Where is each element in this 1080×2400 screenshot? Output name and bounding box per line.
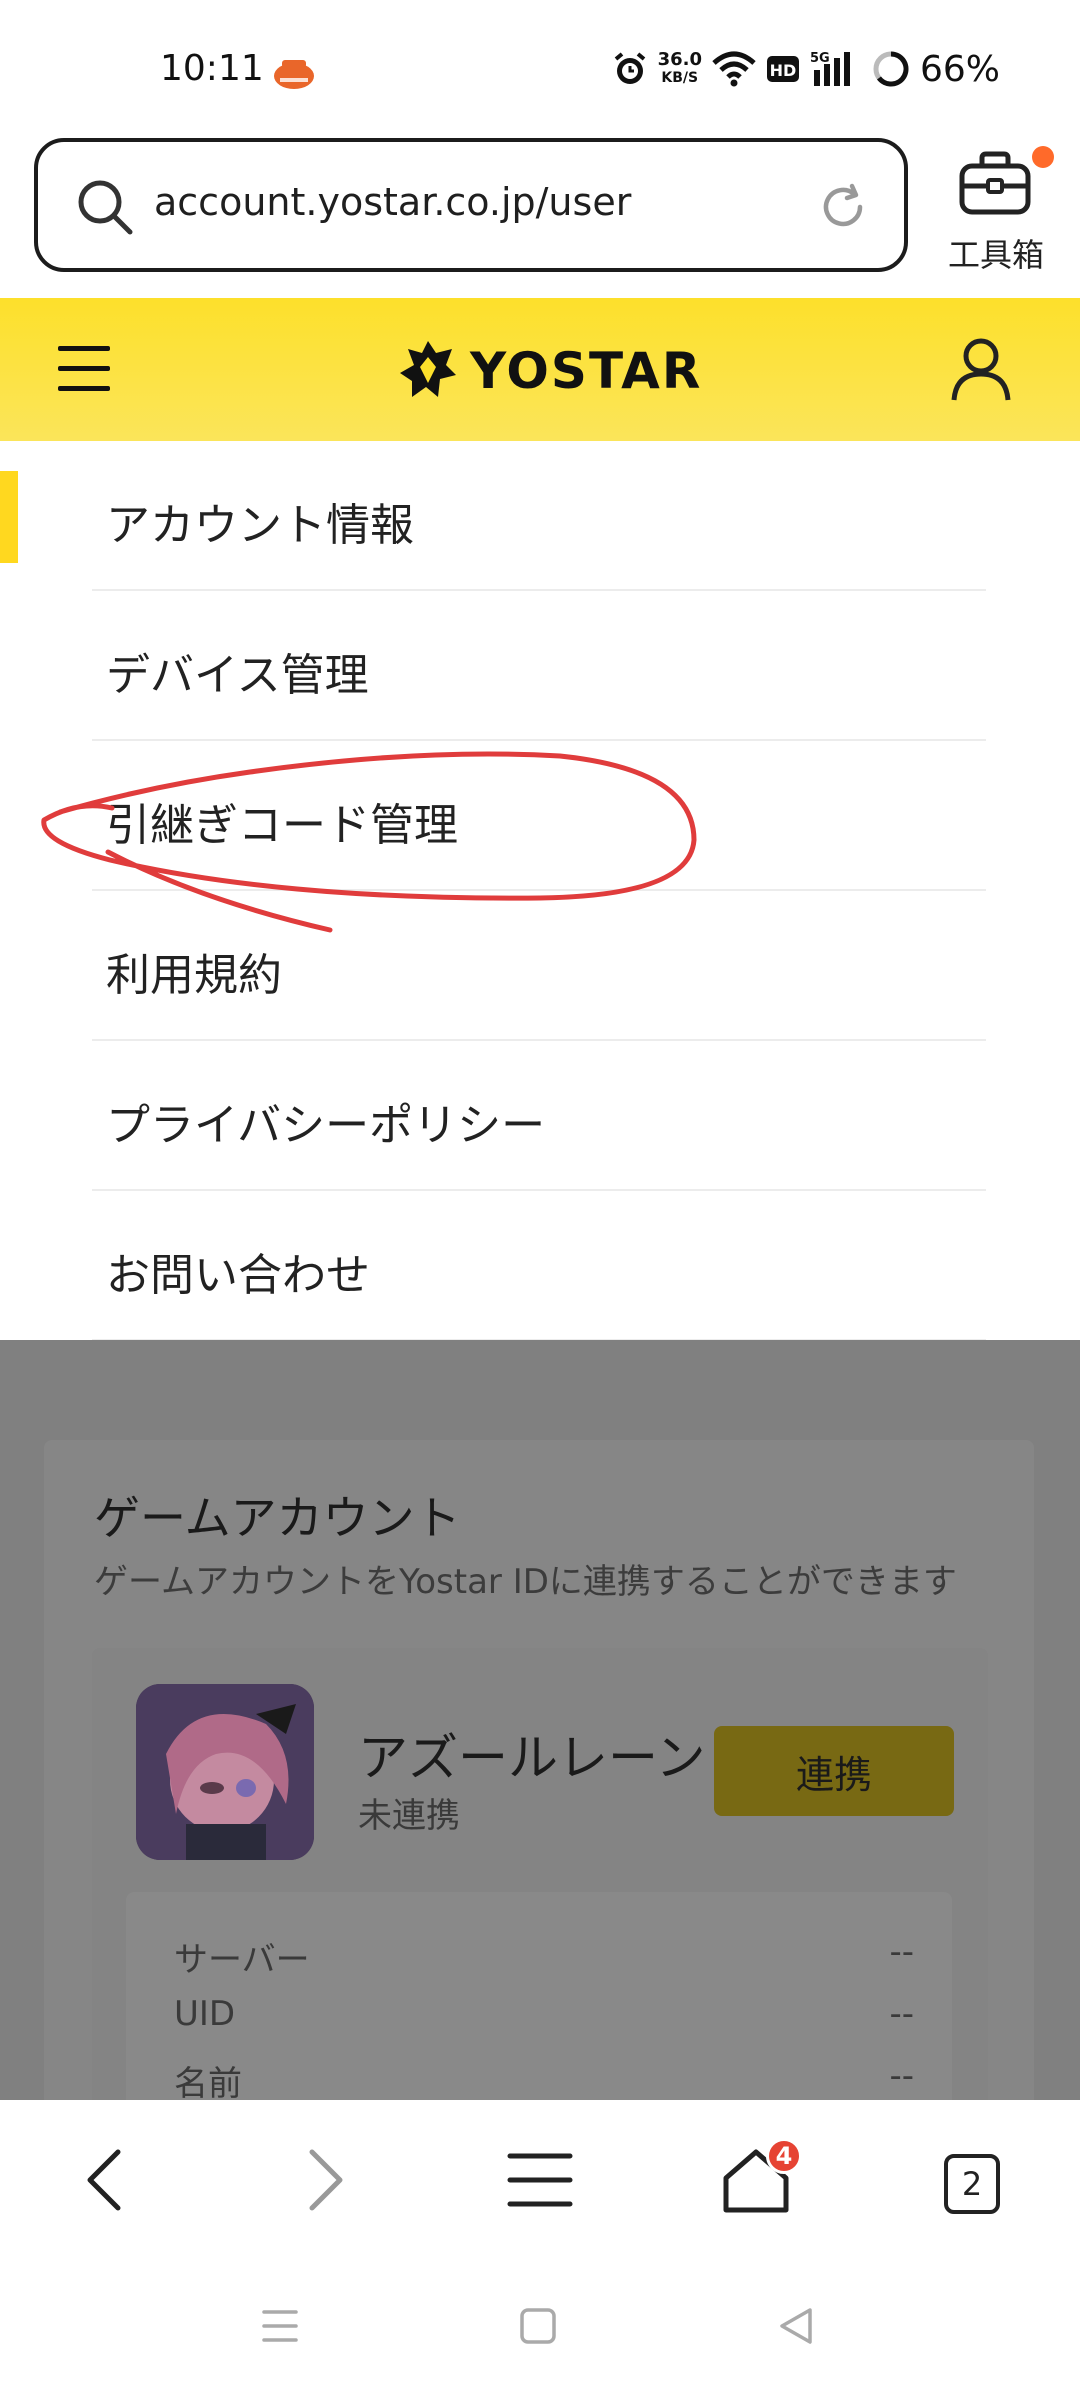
info-value: -- [889,1994,914,2034]
battery-icon [873,51,909,87]
url-text[interactable]: account.yostar.co.jp/user [154,180,631,224]
status-icons: 36.0 KB/S HD 5G 66% [612,46,1000,92]
info-row-uid: UID -- [174,1994,914,2044]
system-nav-bar [0,2260,1080,2400]
system-home-icon[interactable] [518,2306,558,2346]
menu-item-transfer-code[interactable]: 引継ぎコード管理 [92,741,986,891]
status-bar: 10:11 36.0 KB/S HD 5G 66% [0,0,1080,130]
menu-item-label: デバイス管理 [106,650,369,701]
toolbox-label: 工具箱 [947,236,1044,274]
menu-item-label: アカウント情報 [106,500,414,551]
wifi-icon [712,51,756,87]
5g-signal-icon: 5G [810,51,850,86]
browser-bottom-bar: 4 2 [0,2100,1080,2260]
refresh-icon[interactable] [816,180,870,234]
notification-app-icon [274,60,314,89]
toolbox-notification-dot [1032,146,1054,168]
menu-item-label: プライバシーポリシー [106,1100,546,1151]
dimmed-overlay[interactable]: ゲームアカウント ゲームアカウントをYostar IDに連携することができます … [0,1340,1080,2100]
game-name: アズールレーン [358,1729,706,1787]
home-badge: 4 [766,2138,802,2174]
back-icon[interactable] [66,2140,146,2220]
search-icon [78,180,133,235]
user-account-icon[interactable] [950,336,1012,402]
info-label: UID [174,1994,236,2034]
game-thumbnail [136,1684,314,1860]
status-time: 10:11 [160,48,264,89]
address-bar[interactable]: account.yostar.co.jp/user [34,138,908,272]
hamburger-menu-icon[interactable] [58,346,110,392]
info-label: サーバー [174,1940,310,1980]
speed-unit: KB/S [661,70,699,86]
game-account-subtitle: ゲームアカウントをYostar IDに連携することができます [94,1562,957,1602]
info-row-server: サーバー -- [174,1932,914,1982]
alarm-icon [614,52,645,84]
network-speed: 36.0 KB/S [658,51,702,87]
menu-item-terms[interactable]: 利用規約 [92,891,986,1041]
game-link-status: 未連携 [358,1796,460,1836]
menu-icon[interactable] [500,2140,580,2220]
site-header: YOSTAR [0,298,1080,441]
logo-text: YOSTAR [470,342,703,400]
battery-percent: 66% [919,48,1000,90]
yostar-logo-mark-icon [400,341,456,397]
toolbox-icon [959,151,1031,215]
info-label: 名前 [174,2064,242,2100]
menu-item-contact[interactable]: お問い合わせ [92,1191,986,1341]
game-account-title: ゲームアカウント [94,1491,461,1545]
account-menu: アカウント情報 デバイス管理 引継ぎコード管理 利用規約 プライバシーポリシー … [0,441,1080,1341]
svg-text:5G: 5G [810,51,830,66]
speed-value: 36.0 [657,49,702,70]
svg-text:HD: HD [770,61,797,80]
menu-item-label: 利用規約 [106,950,282,1001]
forward-icon[interactable] [284,2140,364,2220]
info-row-name: 名前 -- [174,2056,914,2100]
info-value: -- [889,2056,914,2096]
menu-item-label: 引継ぎコード管理 [106,800,458,851]
active-indicator [0,471,18,563]
system-back-icon[interactable] [774,2304,818,2348]
yostar-logo[interactable]: YOSTAR [398,338,702,404]
menu-item-privacy-policy[interactable]: プライバシーポリシー [92,1041,986,1191]
menu-item-label: お問い合わせ [106,1250,370,1301]
recents-icon[interactable] [260,2306,300,2346]
menu-item-account-info[interactable]: アカウント情報 [92,441,986,591]
link-account-button[interactable]: 連携 [714,1726,954,1816]
tab-switcher-button[interactable]: 2 [944,2154,1000,2214]
info-value: -- [889,1932,914,1972]
hd-icon: HD [766,56,799,82]
menu-item-device-management[interactable]: デバイス管理 [92,591,986,741]
